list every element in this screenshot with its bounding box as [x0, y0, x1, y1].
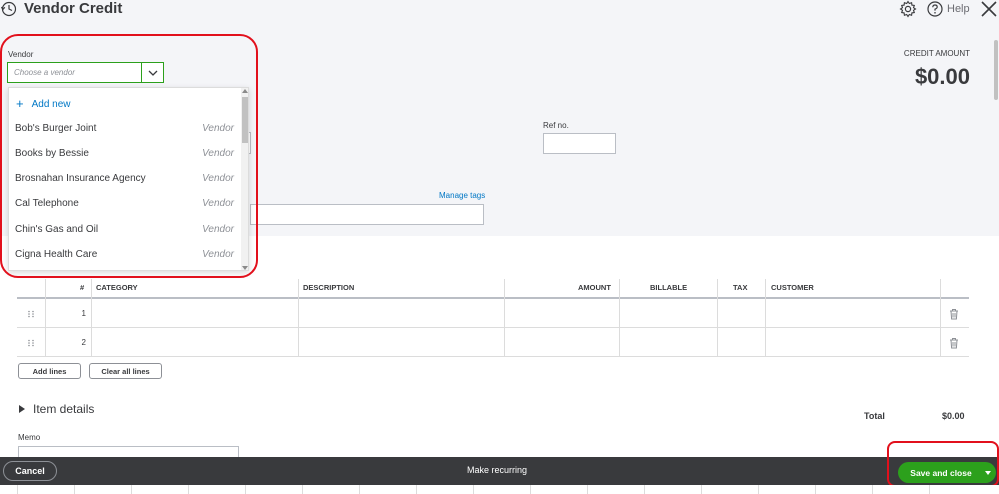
grid-tick	[359, 485, 360, 494]
vendor-option[interactable]: Chin's Gas and Oil Vendor	[9, 217, 241, 242]
vendor-option[interactable]: Books by Bessie Vendor	[9, 141, 241, 166]
grid-tick	[245, 485, 246, 494]
tags-input[interactable]	[250, 204, 484, 225]
grid-tick	[302, 485, 303, 494]
vendor-option-name: Brosnahan Insurance Agency	[15, 173, 146, 184]
chevron-down-icon[interactable]	[141, 63, 163, 82]
column-header-description: DESCRIPTION	[303, 283, 355, 292]
add-new-label: Add new	[31, 98, 71, 110]
help-icon	[927, 1, 943, 17]
manage-tags-link[interactable]: Manage tags	[439, 191, 485, 200]
bottom-strip	[0, 485, 999, 494]
make-recurring-link[interactable]: Make recurring	[467, 465, 527, 475]
grid-tick	[815, 485, 816, 494]
memo-label: Memo	[18, 433, 41, 442]
grid-tick	[188, 485, 189, 494]
help-label: Help	[947, 3, 970, 15]
clear-all-lines-button[interactable]: Clear all lines	[89, 363, 162, 379]
page-scrollbar-thumb[interactable]	[994, 40, 998, 100]
vendor-option-type: Vendor	[202, 198, 234, 209]
grid-tick	[17, 485, 18, 494]
dropdown-scrollbar[interactable]	[241, 88, 248, 270]
vendor-option-type: Vendor	[202, 173, 234, 184]
scrollbar-thumb[interactable]	[242, 97, 248, 143]
grid-tick	[530, 485, 531, 494]
chevron-down-icon[interactable]	[980, 462, 996, 483]
recent-transactions-icon[interactable]	[1, 1, 17, 17]
vendor-placeholder[interactable]: Choose a vendor	[8, 63, 141, 82]
grid-tick	[872, 485, 873, 494]
add-new-vendor-option[interactable]: + Add new	[16, 96, 71, 112]
title-bar: Vendor Credit Help	[0, 0, 999, 22]
table-row[interactable]: 1	[17, 300, 969, 328]
credit-amount-value: $0.00	[914, 64, 970, 89]
vendor-label: Vendor	[8, 50, 34, 59]
grid-tick	[416, 485, 417, 494]
column-header-category: CATEGORY	[96, 283, 138, 292]
trash-icon[interactable]	[948, 308, 960, 320]
table-row[interactable]: 2	[17, 329, 969, 357]
page-scrollbar[interactable]	[994, 40, 999, 460]
total-value: $0.00	[942, 411, 965, 421]
ref-no-input[interactable]	[543, 133, 616, 154]
column-header-customer: CUSTOMER	[771, 283, 814, 292]
grid-tick	[587, 485, 588, 494]
vendor-option-name: Chin's Gas and Oil	[15, 224, 99, 235]
vendor-option-type: Vendor	[202, 249, 234, 260]
close-icon[interactable]	[980, 0, 998, 18]
vendor-option-type: Vendor	[202, 123, 234, 134]
row-number: 2	[81, 338, 86, 347]
drag-handle-icon[interactable]	[27, 310, 35, 318]
grid-tick	[758, 485, 759, 494]
item-details-label: Item details	[33, 402, 95, 416]
add-lines-button[interactable]: Add lines	[18, 363, 81, 379]
grid-tick	[644, 485, 645, 494]
drag-handle-icon[interactable]	[27, 339, 35, 347]
cancel-button[interactable]: Cancel	[3, 461, 57, 481]
vendor-option[interactable]: Bob's Burger Joint Vendor	[9, 116, 241, 141]
save-and-close-button[interactable]: Save and close	[898, 462, 996, 483]
total-label: Total	[864, 411, 885, 421]
column-header-num: #	[80, 283, 85, 292]
vendor-option-name: Books by Bessie	[15, 148, 89, 159]
footer-bar: Cancel Make recurring Save and close	[0, 457, 999, 485]
vendor-option-name: Cigna Health Care	[15, 249, 98, 260]
save-and-close-label[interactable]: Save and close	[898, 468, 980, 478]
grid-tick	[701, 485, 702, 494]
page-title: Vendor Credit	[24, 0, 123, 17]
vendor-dropdown[interactable]: + Add new Bob's Burger Joint Vendor Book…	[8, 87, 249, 271]
grid-tick	[74, 485, 75, 494]
expand-triangle-icon	[19, 405, 25, 413]
ref-no-label: Ref no.	[543, 121, 569, 130]
table-header: # CATEGORY DESCRIPTION AMOUNT BILLABLE T…	[17, 279, 969, 299]
trash-icon[interactable]	[948, 337, 960, 349]
grid-tick	[929, 485, 930, 494]
vendor-select[interactable]: Choose a vendor	[7, 62, 164, 83]
column-header-billable: BILLABLE	[650, 283, 688, 292]
help-button[interactable]: Help	[927, 0, 970, 18]
scroll-up-icon[interactable]	[242, 89, 248, 93]
vendor-option[interactable]: Cal Telephone Vendor	[9, 191, 241, 216]
grid-tick	[131, 485, 132, 494]
gear-icon[interactable]	[899, 0, 917, 18]
vendor-option-type: Vendor	[202, 224, 234, 235]
column-header-amount: AMOUNT	[578, 283, 611, 292]
row-number: 1	[81, 309, 86, 318]
column-header-tax: TAX	[733, 283, 748, 292]
plus-icon: +	[16, 96, 24, 111]
item-details-toggle[interactable]: Item details	[19, 402, 94, 416]
grid-tick	[473, 485, 474, 494]
credit-amount-label: CREDIT AMOUNT	[903, 49, 970, 58]
vendor-option[interactable]: Brosnahan Insurance Agency Vendor	[9, 166, 241, 191]
scroll-down-icon[interactable]	[242, 266, 248, 270]
vendor-option-name: Bob's Burger Joint	[15, 123, 97, 134]
vendor-option-type: Vendor	[202, 148, 234, 159]
vendor-option[interactable]: Cigna Health Care Vendor	[9, 242, 241, 267]
vendor-option-name: Cal Telephone	[15, 198, 79, 209]
